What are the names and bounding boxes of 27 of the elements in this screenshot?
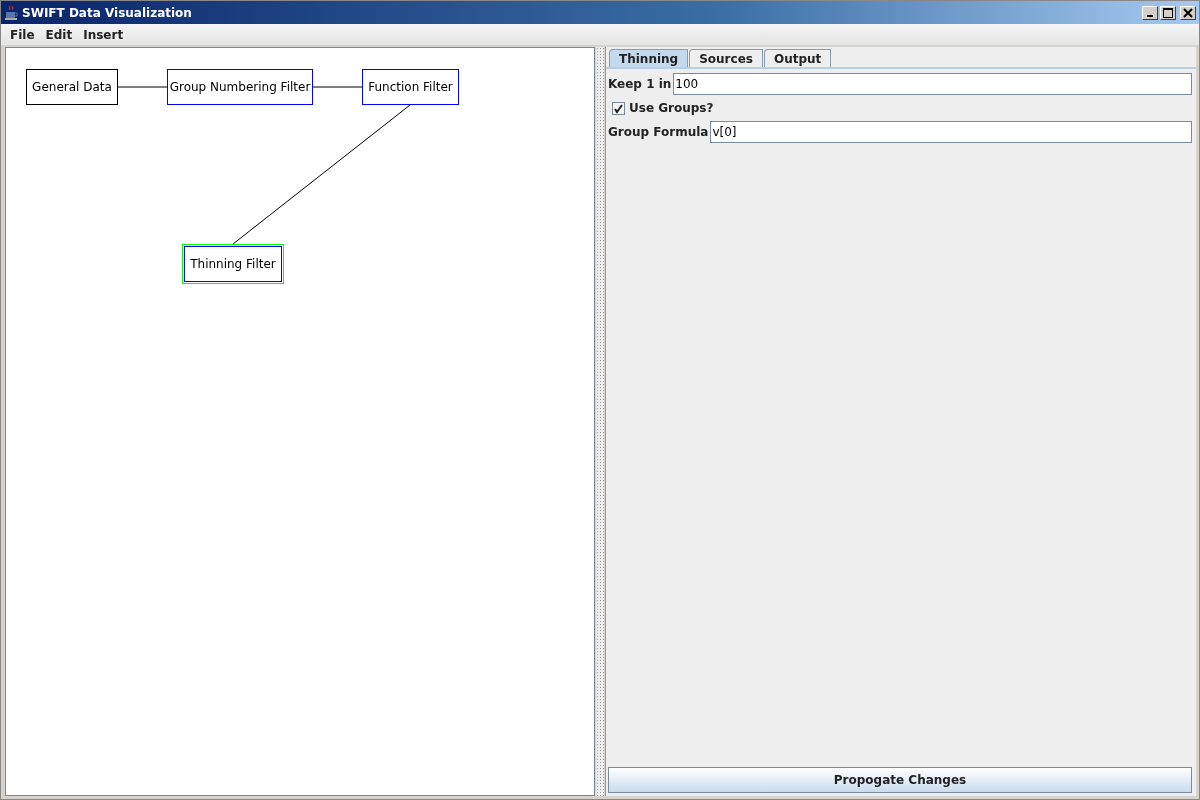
tab[interactable]: Thinning	[609, 49, 689, 67]
tab[interactable]: Sources	[689, 49, 763, 67]
minimize-button[interactable]	[1142, 5, 1158, 20]
connector-line	[312, 86, 363, 88]
minimize-icon	[1147, 14, 1153, 17]
maximize-icon	[1163, 7, 1173, 18]
diagram-node[interactable]: Group Numbering Filter	[167, 69, 313, 105]
tab[interactable]: Output	[763, 49, 832, 67]
close-button[interactable]	[1180, 5, 1196, 20]
field-label: Group Formula	[608, 125, 709, 139]
window-title: SWIFT Data Visualization	[22, 5, 192, 20]
diagram-node[interactable]: Thinning Filter	[182, 244, 284, 284]
diagram-node[interactable]: Function Filter	[362, 69, 459, 105]
close-icon	[1183, 7, 1193, 18]
menu-item[interactable]: Insert	[78, 27, 130, 42]
checkbox-label: Use Groups?	[629, 101, 714, 115]
connector-line	[117, 86, 168, 88]
propagate-changes-button[interactable]: Propogate Changes	[608, 767, 1192, 793]
field-label: Keep 1 in	[608, 77, 672, 91]
input-field[interactable]: 100	[673, 73, 1192, 95]
maximize-button[interactable]	[1160, 5, 1176, 20]
menu-item[interactable]: Edit	[40, 27, 79, 42]
diagram-node[interactable]: General Data	[26, 69, 118, 105]
input-field[interactable]: v[0]	[710, 121, 1192, 143]
checkbox[interactable]	[612, 101, 625, 115]
menu-item[interactable]: File	[5, 27, 41, 42]
coffee-cup-icon	[4, 4, 18, 21]
